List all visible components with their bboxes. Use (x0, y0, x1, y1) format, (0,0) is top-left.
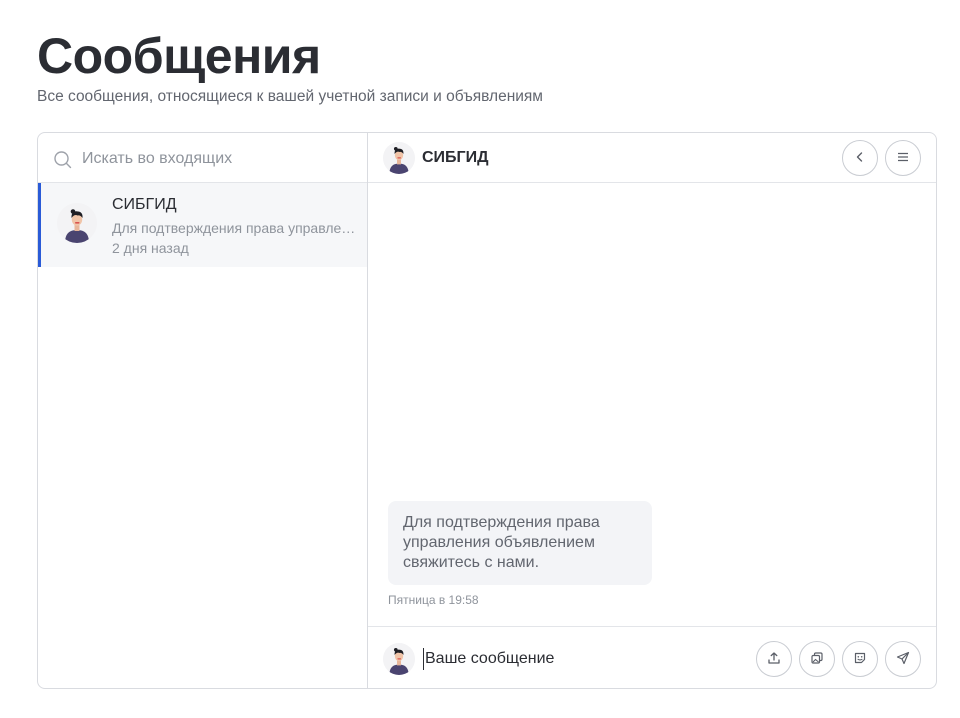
avatar (383, 142, 415, 174)
upload-button[interactable] (756, 641, 792, 677)
back-button[interactable] (842, 140, 878, 176)
gallery-button[interactable] (799, 641, 835, 677)
chevron-left-icon (853, 150, 867, 167)
message-time: Пятница в 19:58 (388, 593, 479, 607)
chat-title: СИБГИД (422, 149, 489, 166)
upload-icon (767, 651, 781, 668)
menu-icon (896, 150, 910, 167)
sticker-button[interactable] (842, 641, 878, 677)
chat-area: СИБГИД Для подтверждения права управлени… (368, 133, 936, 688)
search-input[interactable] (82, 148, 352, 170)
page-subtitle: Все сообщения, относящиеся к вашей учетн… (37, 88, 543, 105)
menu-button[interactable] (885, 140, 921, 176)
conversation-time: 2 дня назад (112, 240, 189, 256)
chat-header: СИБГИД (368, 133, 936, 183)
conversation-name: СИБГИД (112, 196, 177, 213)
conversation-item[interactable]: СИБГИД Для подтверждения права управлени… (38, 183, 367, 267)
search-bar (38, 133, 367, 183)
send-icon (896, 651, 910, 668)
conversation-sidebar: СИБГИД Для подтверждения права управлени… (38, 133, 368, 688)
search-icon (54, 151, 72, 169)
avatar (57, 203, 97, 243)
message-composer (368, 626, 936, 688)
page-title: Сообщения (37, 28, 321, 84)
avatar (383, 643, 415, 675)
message-list: Для подтверждения права управления объяв… (368, 183, 936, 626)
messages-panel: СИБГИД Для подтверждения права управлени… (37, 132, 937, 689)
conversation-preview: Для подтверждения права управления объяв… (112, 220, 358, 236)
sticker-icon (853, 651, 867, 668)
send-button[interactable] (885, 641, 921, 677)
gallery-icon (810, 651, 824, 668)
message-input[interactable] (423, 648, 743, 670)
message-bubble: Для подтверждения права управления объяв… (388, 501, 652, 585)
